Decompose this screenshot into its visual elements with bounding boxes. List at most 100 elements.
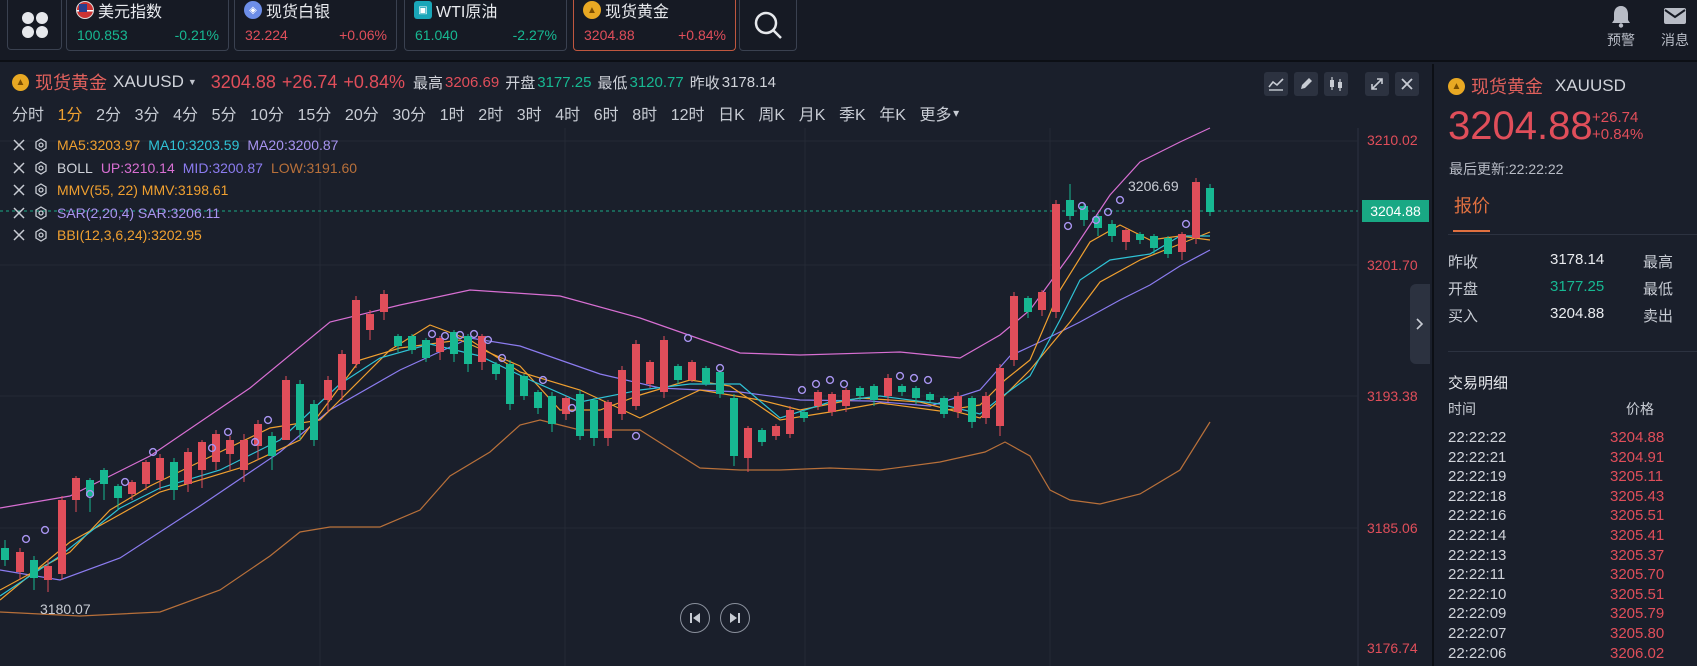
trade-price: 3204.91 xyxy=(1610,448,1665,466)
last-update-time: 最后更新:22:22:22 xyxy=(1449,161,1564,177)
bell-icon xyxy=(1612,6,1630,28)
candle-body xyxy=(842,390,850,406)
candle-body xyxy=(408,336,416,350)
quote-row-label: 昨收 xyxy=(1448,254,1479,271)
ticker-wti-oil[interactable]: ▣ WTI原油 61.040 -2.27% xyxy=(404,0,567,51)
message-label: 消息 xyxy=(1661,32,1689,48)
candle-body xyxy=(324,380,332,400)
gold-coin-icon: ▲ xyxy=(1448,77,1465,95)
trades-title: 交易明细 xyxy=(1448,375,1509,392)
sar-dot xyxy=(1115,195,1125,205)
ma20-value: MA20:3200.87 xyxy=(247,137,339,153)
tab-quote[interactable]: 报价 xyxy=(1454,192,1490,218)
mail-icon xyxy=(1664,8,1686,24)
price-axis-label: 3176.74 xyxy=(1367,640,1418,656)
ticker-change: -2.27% xyxy=(512,27,557,43)
app-grid-button[interactable] xyxy=(7,0,62,50)
candle-body xyxy=(1206,188,1214,212)
ticker-dollar-index[interactable]: 美元指数 100.853 -0.21% xyxy=(66,0,229,51)
ticker-spot-gold[interactable]: ▲ 现货黄金 3204.88 +0.84% xyxy=(573,0,736,51)
sar-dot xyxy=(469,329,479,339)
trade-time: 22:22:13 xyxy=(1448,546,1507,564)
candle-body xyxy=(758,430,766,442)
trade-price: 3205.43 xyxy=(1610,487,1665,505)
trade-time: 22:22:16 xyxy=(1448,507,1507,525)
candle-body xyxy=(30,560,38,578)
indicator-mmv-row: MMV(55, 22) MMV:3198.61 xyxy=(12,180,236,200)
trade-row: 22:22:11 3205.70 xyxy=(1448,566,1688,586)
gear-icon[interactable] xyxy=(34,138,48,152)
skip-back-icon xyxy=(690,613,700,623)
trade-row: 22:22:18 3205.43 xyxy=(1448,488,1688,508)
sar-dot xyxy=(1181,219,1191,229)
gear-icon[interactable] xyxy=(34,160,48,175)
candle-body xyxy=(926,394,934,400)
candle-body xyxy=(1052,204,1060,312)
sar-dot xyxy=(1063,221,1073,231)
candle-body xyxy=(814,392,822,406)
us-flag-icon xyxy=(76,1,94,19)
candle-body xyxy=(660,340,668,392)
candle-body xyxy=(464,336,472,364)
trade-row: 22:22:09 3205.79 xyxy=(1448,605,1688,625)
grid-icon xyxy=(21,11,48,38)
trade-time: 22:22:21 xyxy=(1448,448,1507,466)
price-axis-label: 3210.02 xyxy=(1367,132,1418,148)
ticker-change: +0.06% xyxy=(339,27,387,43)
quote-row-label: 开盘 xyxy=(1448,281,1479,298)
divider xyxy=(1448,234,1697,235)
scroll-left-button[interactable] xyxy=(680,603,710,633)
trade-time: 22:22:19 xyxy=(1448,468,1507,486)
oil-icon: ▣ xyxy=(414,1,432,19)
candle-body xyxy=(72,478,80,500)
quote-row-right-label: 最高 xyxy=(1643,254,1674,271)
sar-dot xyxy=(895,371,905,381)
scroll-right-button[interactable] xyxy=(720,603,750,633)
trade-price: 3205.70 xyxy=(1610,566,1665,584)
candle-body xyxy=(282,380,290,440)
bbi-value: BBI(12,3,6,24):3202.95 xyxy=(57,227,202,243)
trade-price: 3206.02 xyxy=(1610,644,1665,662)
close-icon[interactable] xyxy=(12,206,26,220)
close-icon[interactable] xyxy=(12,228,26,242)
gear-icon[interactable] xyxy=(34,228,48,242)
candle-body xyxy=(1038,292,1046,310)
mmv-value: MMV(55, 22) MMV:3198.61 xyxy=(57,182,229,198)
trade-price: 3205.79 xyxy=(1610,605,1665,623)
quote-name: 现货黄金 xyxy=(1471,77,1543,97)
trade-price: 3205.51 xyxy=(1610,585,1665,603)
candle-body xyxy=(856,388,864,396)
trade-time: 22:22:11 xyxy=(1448,566,1506,584)
gear-icon[interactable] xyxy=(34,183,48,197)
message-button[interactable]: 消息 xyxy=(1655,2,1695,50)
sar-dot xyxy=(797,385,807,395)
candle-body xyxy=(604,402,612,438)
search-icon xyxy=(754,11,782,39)
ticker-spot-silver[interactable]: ◈ 现货白银 32.224 +0.06% xyxy=(234,0,397,51)
candle-body xyxy=(380,294,388,312)
sar-dot xyxy=(825,375,835,385)
quote-row: 昨收 3178.14 最高 xyxy=(1448,251,1673,272)
time-column-header: 时间 xyxy=(1448,401,1476,417)
candle-body xyxy=(142,462,150,484)
ticker-price: 100.853 xyxy=(77,27,128,43)
candle-body xyxy=(590,400,598,438)
close-icon[interactable] xyxy=(12,161,26,175)
alert-button[interactable]: 预警 xyxy=(1601,2,1641,50)
top-bar: 美元指数 100.853 -0.21% ◈ 现货白银 32.224 +0.06% … xyxy=(0,0,1697,62)
search-button[interactable] xyxy=(739,0,797,51)
current-price-tag: 3204.88 xyxy=(1362,200,1429,222)
trade-price: 3205.37 xyxy=(1610,546,1665,564)
boll-name: BOLL xyxy=(57,159,93,176)
candle-body xyxy=(184,452,192,484)
candle-body xyxy=(968,398,976,422)
candle-body xyxy=(1024,298,1032,312)
divider xyxy=(1448,351,1697,352)
sar-dot xyxy=(839,379,849,389)
panel-collapse-tab[interactable] xyxy=(1410,284,1430,364)
indicator-boll-row: BOLL UP:3210.14 MID:3200.87 LOW:3191.60 xyxy=(12,158,365,178)
gear-icon[interactable] xyxy=(34,205,48,220)
close-icon[interactable] xyxy=(12,138,26,152)
trade-row: 22:22:21 3204.91 xyxy=(1448,449,1688,469)
close-icon[interactable] xyxy=(12,183,26,197)
